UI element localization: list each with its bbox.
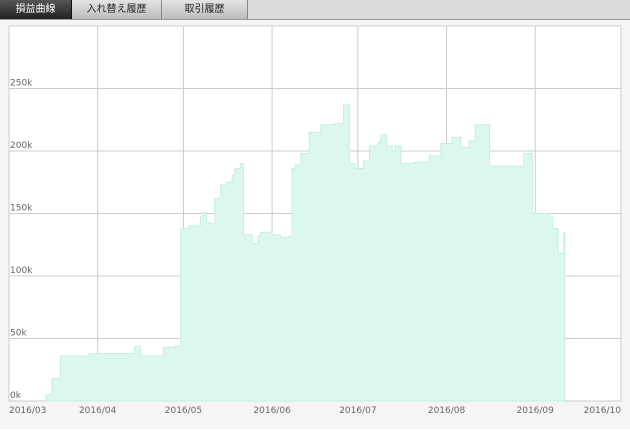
- x-tick-label: 2016/06: [253, 406, 291, 416]
- tab-trade-history[interactable]: 取引履歴: [162, 0, 248, 19]
- x-tick-label: 2016/08: [428, 406, 466, 416]
- x-axis: 2016/03 2016/04 2016/05 2016/06 2016/07 2016/…: [9, 406, 621, 416]
- x-tick-label: 2016/05: [165, 406, 202, 416]
- y-tick-label: 50k: [10, 329, 27, 339]
- x-tick-label: 2016/04: [79, 406, 117, 416]
- x-tick-label: 2016/03: [9, 406, 46, 416]
- y-tick-label: 200k: [10, 141, 33, 151]
- tab-bar: 損益曲線 入れ替え履歴 取引履歴: [0, 0, 630, 20]
- x-tick-label: 2016/10: [584, 406, 622, 416]
- chart-area: 0k 50k 100k 150k 200k 250k 2016/03 2016/04 2016…: [0, 20, 630, 429]
- tab-rebalance-history[interactable]: 入れ替え履歴: [72, 0, 162, 19]
- x-tick-label: 2016/07: [339, 406, 376, 416]
- tab-pnl-curve[interactable]: 損益曲線: [0, 0, 72, 19]
- y-tick-label: 150k: [10, 204, 33, 214]
- pnl-chart: 0k50k100k150k200k250k 2016/03 2016/04 2016…: [8, 25, 622, 416]
- x-tick-label: 2016/09: [517, 406, 555, 416]
- y-tick-label: 250k: [10, 79, 33, 89]
- y-tick-label: 0k: [10, 391, 22, 401]
- y-tick-label: 100k: [10, 266, 33, 276]
